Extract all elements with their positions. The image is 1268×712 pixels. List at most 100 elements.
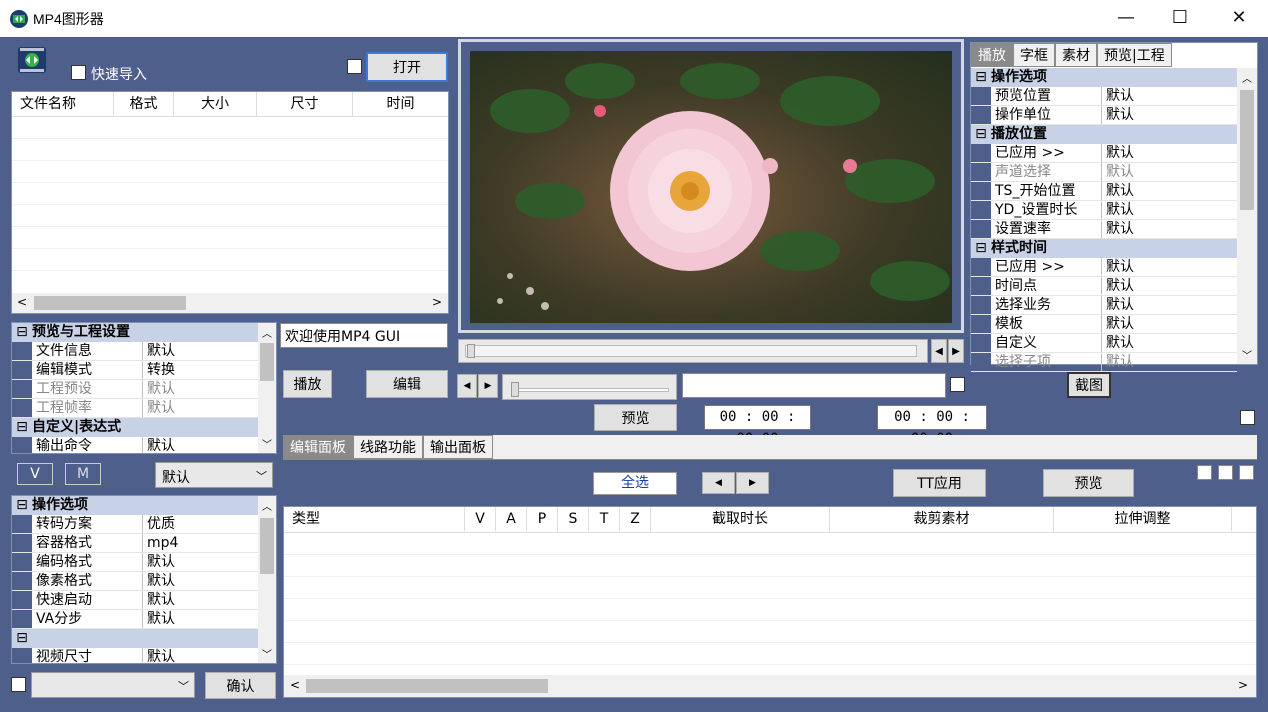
close-button[interactable]: ✕: [1216, 4, 1262, 32]
property-value[interactable]: 默认: [1102, 334, 1237, 352]
next-icon[interactable]: ▶: [736, 472, 769, 494]
property-value[interactable]: mp4: [143, 534, 276, 552]
category-header[interactable]: ⊟ 自定义|表达式: [12, 418, 276, 437]
col-p[interactable]: P: [527, 507, 558, 531]
collapse-icon[interactable]: ⊟: [12, 629, 32, 648]
seek-thumb[interactable]: [467, 344, 475, 358]
property-row[interactable]: 模板 默认: [971, 315, 1237, 334]
property-row[interactable]: 设置速率 默认: [971, 220, 1237, 239]
category-header[interactable]: ⊟ 操作选项: [12, 496, 276, 515]
property-value[interactable]: 默认: [143, 342, 276, 360]
property-value[interactable]: 默认: [1102, 277, 1237, 295]
maximize-button[interactable]: ☐: [1157, 4, 1203, 32]
col-v[interactable]: V: [465, 507, 496, 531]
m-button[interactable]: M: [65, 463, 101, 485]
tab-output-panel[interactable]: 输出面板: [423, 435, 493, 459]
command-checkbox[interactable]: [950, 377, 965, 392]
tab-material[interactable]: 素材: [1055, 43, 1097, 67]
seek-left-icon[interactable]: ◀: [931, 339, 947, 363]
collapse-icon[interactable]: ⊟: [12, 418, 32, 437]
category-header[interactable]: ⊟ 样式时间: [971, 239, 1237, 258]
right-vscroll[interactable]: ︿ ﹀: [1237, 68, 1257, 364]
edit-button[interactable]: 编辑: [366, 370, 448, 398]
small-toggle-3[interactable]: [1239, 465, 1254, 480]
property-row[interactable]: 时间点 默认: [971, 277, 1237, 296]
start-time[interactable]: 00 : 00 : 00.00: [704, 405, 811, 447]
property-value[interactable]: 默认: [143, 591, 276, 609]
col-dimensions[interactable]: 尺寸: [257, 92, 353, 116]
clip-table[interactable]: 类型 V A P S T Z 截取时长 裁剪素材 拉伸调整 < >: [283, 506, 1257, 698]
property-value[interactable]: 默认: [1102, 201, 1237, 219]
property-value[interactable]: 默认: [143, 610, 276, 628]
collapse-icon[interactable]: ⊟: [971, 239, 991, 258]
property-row[interactable]: 视频尺寸 默认: [12, 648, 276, 663]
collapse-icon[interactable]: ⊟: [12, 323, 32, 342]
seek-track[interactable]: [458, 339, 928, 363]
property-row[interactable]: 文件信息 默认: [12, 342, 276, 361]
property-value[interactable]: 默认: [1102, 106, 1237, 124]
col-format[interactable]: 格式: [114, 92, 174, 116]
category-header[interactable]: ⊟ 操作选项: [971, 68, 1237, 87]
step-back-icon[interactable]: ◀: [457, 374, 477, 398]
tab-caption[interactable]: 字框: [1013, 43, 1055, 67]
collapse-icon[interactable]: ⊟: [12, 496, 32, 515]
property-value[interactable]: 默认: [1102, 315, 1237, 333]
preset-select[interactable]: ﹀: [31, 672, 195, 698]
tab-line-functions[interactable]: 线路功能: [353, 435, 423, 459]
right-checkbox[interactable]: [1240, 410, 1255, 425]
clip-table-hscroll[interactable]: < >: [284, 675, 1256, 697]
property-row[interactable]: 选择子项 默认: [971, 353, 1237, 372]
property-row[interactable]: 转码方案 优质: [12, 515, 276, 534]
col-clip-duration[interactable]: 截取时长: [651, 507, 830, 531]
category-header[interactable]: ⊟ 预览与工程设置: [12, 323, 276, 342]
col-type[interactable]: 类型: [284, 507, 465, 531]
col-a[interactable]: A: [496, 507, 527, 531]
property-value[interactable]: 默认: [143, 437, 276, 453]
col-t[interactable]: T: [589, 507, 620, 531]
command-input[interactable]: [682, 373, 946, 398]
project-settings-grid[interactable]: ⊟ 预览与工程设置 文件信息 默认 编辑模式 转换 工程预设 默认 工程帧率 默认 ⊟ 自定义|表达式…: [11, 322, 277, 454]
property-row[interactable]: 编辑模式 转换: [12, 361, 276, 380]
property-value[interactable]: 默认: [143, 553, 276, 571]
scroll-right-icon[interactable]: >: [432, 295, 442, 309]
category-header[interactable]: ⊟: [12, 629, 276, 648]
minimize-button[interactable]: —: [1103, 4, 1149, 32]
bottom-preview-button[interactable]: 预览: [1043, 469, 1134, 497]
confirm-button[interactable]: 确认: [205, 672, 276, 699]
property-row[interactable]: 工程预设 默认: [12, 380, 276, 399]
property-row[interactable]: 容器格式 mp4: [12, 534, 276, 553]
tab-play[interactable]: 播放: [971, 43, 1013, 67]
scroll-right-icon[interactable]: >: [1238, 678, 1248, 692]
property-row[interactable]: 已应用 >> 默认: [971, 258, 1237, 277]
v-button[interactable]: V: [17, 463, 53, 485]
scroll-left-icon[interactable]: <: [17, 295, 27, 309]
property-value[interactable]: 默认: [143, 572, 276, 590]
property-row[interactable]: 输出命令 默认: [12, 437, 276, 453]
property-value[interactable]: 默认: [1102, 163, 1237, 181]
select-all-button[interactable]: 全选: [593, 472, 677, 495]
property-value[interactable]: 默认: [1102, 220, 1237, 238]
col-s[interactable]: S: [558, 507, 589, 531]
scroll-left-icon[interactable]: <: [290, 678, 300, 692]
property-value[interactable]: 默认: [143, 399, 276, 417]
property-row[interactable]: 快速启动 默认: [12, 591, 276, 610]
frame-slider-thumb[interactable]: [511, 382, 519, 397]
property-row[interactable]: VA分步 默认: [12, 610, 276, 629]
property-value[interactable]: 转换: [143, 361, 276, 379]
small-toggle-1[interactable]: [1197, 465, 1212, 480]
file-list[interactable]: 文件名称 格式 大小 尺寸 时间 < >: [11, 91, 449, 314]
col-time[interactable]: 时间: [353, 92, 448, 116]
prev-icon[interactable]: ◀: [702, 472, 735, 494]
property-value[interactable]: 优质: [143, 515, 276, 533]
property-value[interactable]: 默认: [1102, 144, 1237, 162]
operation-options-grid[interactable]: ⊟ 操作选项 转码方案 优质 容器格式 mp4 编码格式 默认 像素格式 默认 快速启动 默认 VA分步…: [11, 495, 277, 664]
tt-apply-button[interactable]: TT应用: [893, 469, 986, 497]
property-row[interactable]: 已应用 >> 默认: [971, 144, 1237, 163]
scroll-thumb[interactable]: [34, 296, 186, 310]
tab-edit-panel[interactable]: 编辑面板: [283, 435, 353, 459]
end-time[interactable]: 00 : 00 : 00.00: [877, 405, 987, 447]
collapse-icon[interactable]: ⊟: [971, 68, 991, 87]
col-z[interactable]: Z: [620, 507, 651, 531]
property-row[interactable]: YD_设置时长 默认: [971, 201, 1237, 220]
property-value[interactable]: 默认: [143, 380, 276, 398]
